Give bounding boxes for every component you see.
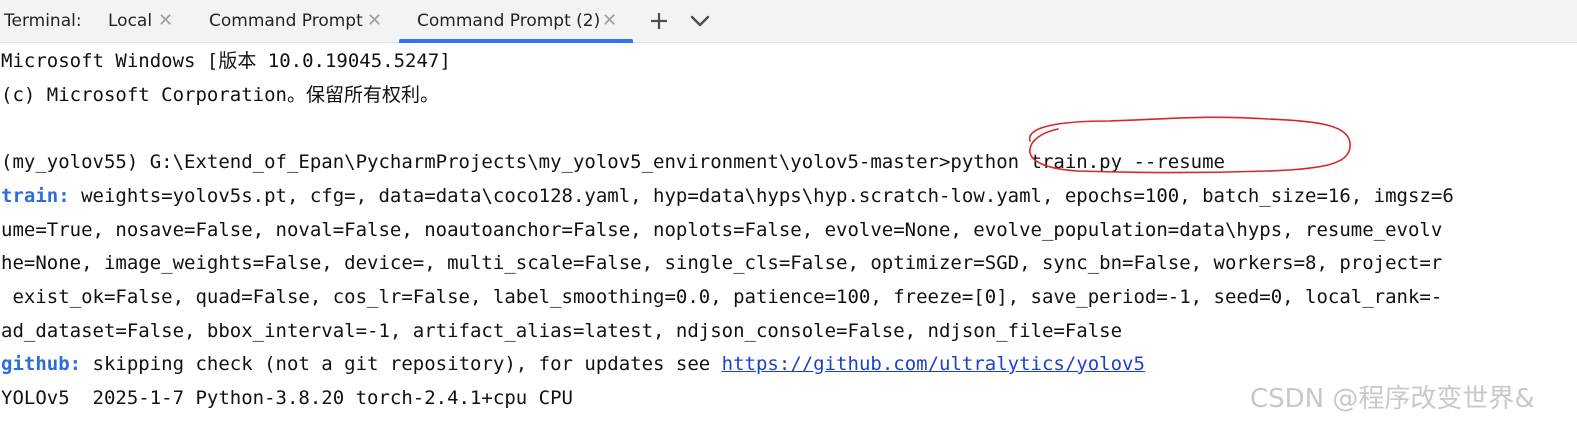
terminal-line: github: skipping check (not a git reposi… [1,351,1145,377]
tab-label: Local [108,11,153,31]
github-link[interactable]: https://github.com/ultralytics/yolov5 [722,353,1145,375]
close-icon[interactable]: ✕ [602,10,617,31]
tab-label: Command Prompt (2) [417,11,601,31]
close-icon[interactable]: ✕ [158,10,173,31]
csdn-watermark: CSDN @程序改变世界& [1250,384,1535,414]
terminal-label: Terminal: [4,11,82,31]
train-args: weights=yolov5s.pt, cfg=, data=data\coco… [69,185,1454,207]
tab-command-prompt-2[interactable]: Command Prompt (2) ✕ [399,0,633,43]
plus-icon[interactable] [648,7,670,33]
terminal-line: ad_dataset=False, bbox_interval=-1, arti… [1,320,1123,342]
terminal-line: ume=True, nosave=False, noval=False, noa… [1,219,1443,241]
train-label: train: [1,185,70,207]
terminal-tab-bar: Terminal: Local ✕ Command Prompt ✕ Comma… [0,0,1577,43]
github-message: skipping check (not a git repository), f… [81,353,722,375]
terminal-line: he=None, image_weights=False, device=, m… [1,252,1443,274]
tab-label: Command Prompt [209,11,363,31]
terminal-line: YOLOv5 2025-1-7 Python-3.8.20 torch-2.4.… [1,387,573,409]
terminal-line: train: weights=yolov5s.pt, cfg=, data=da… [1,183,1454,209]
terminal-command-line: (my_yolov55) G:\Extend_of_Epan\PycharmPr… [1,151,1225,173]
terminal-line: exist_ok=False, quad=False, cos_lr=False… [1,286,1443,308]
chevron-down-icon[interactable] [688,9,712,33]
github-label: github: [1,353,82,375]
tab-local[interactable]: Local ✕ [108,0,188,43]
terminal-line: Microsoft Windows [版本 10.0.19045.5247] [1,50,451,72]
terminal-output[interactable]: Microsoft Windows [版本 10.0.19045.5247] (… [0,43,1577,423]
close-icon[interactable]: ✕ [367,10,382,31]
tab-command-prompt[interactable]: Command Prompt ✕ [209,0,389,43]
terminal-line: (c) Microsoft Corporation。保留所有权利。 [1,84,439,106]
